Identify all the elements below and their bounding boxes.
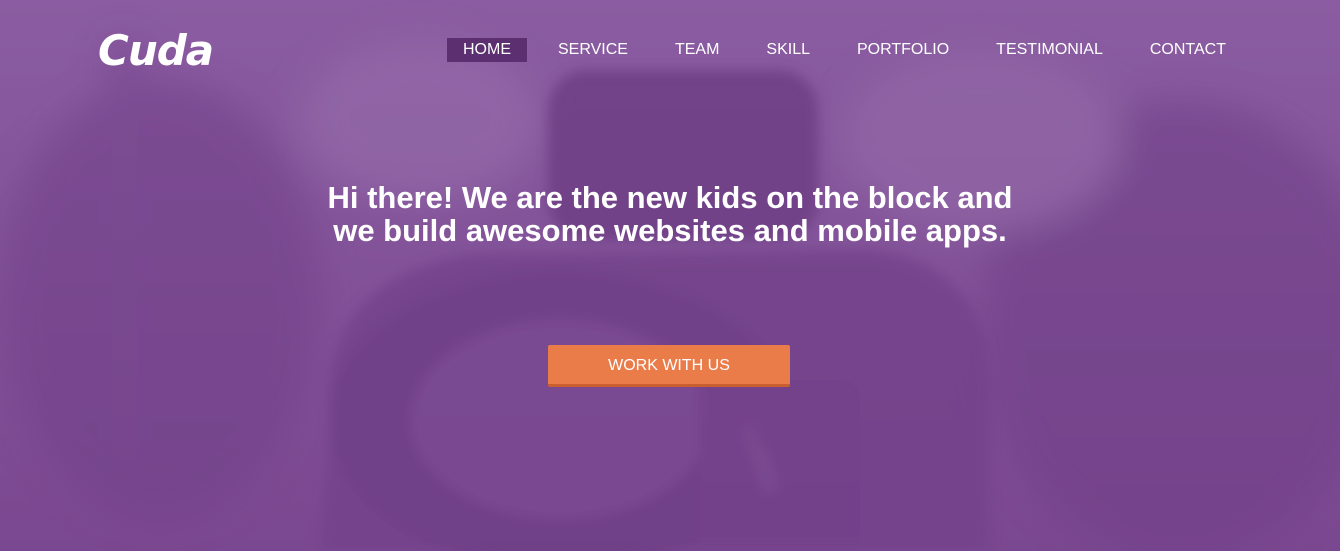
nav-item-home[interactable]: HOME — [447, 38, 527, 62]
nav-item-contact[interactable]: CONTACT — [1134, 38, 1242, 62]
main-nav: HOME SERVICE TEAM SKILL PORTFOLIO TESTIM… — [447, 38, 1242, 62]
nav-item-skill[interactable]: SKILL — [750, 38, 826, 62]
nav-item-testimonial[interactable]: TESTIMONIAL — [980, 38, 1119, 62]
nav-item-team[interactable]: TEAM — [659, 38, 735, 62]
brand-logo[interactable]: Cuda — [98, 26, 214, 76]
nav-item-service[interactable]: SERVICE — [542, 38, 644, 62]
nav-item-portfolio[interactable]: PORTFOLIO — [841, 38, 965, 62]
hero-headline: Hi there! We are the new kids on the blo… — [327, 180, 1013, 248]
hero-section: LUMIX Cuda HOME SERVICE TEAM SKILL PORTF… — [0, 0, 1340, 551]
site-header: Cuda HOME SERVICE TEAM SKILL PORTFOLIO T… — [0, 0, 1340, 100]
work-with-us-button[interactable]: WORK WITH US — [548, 345, 790, 387]
